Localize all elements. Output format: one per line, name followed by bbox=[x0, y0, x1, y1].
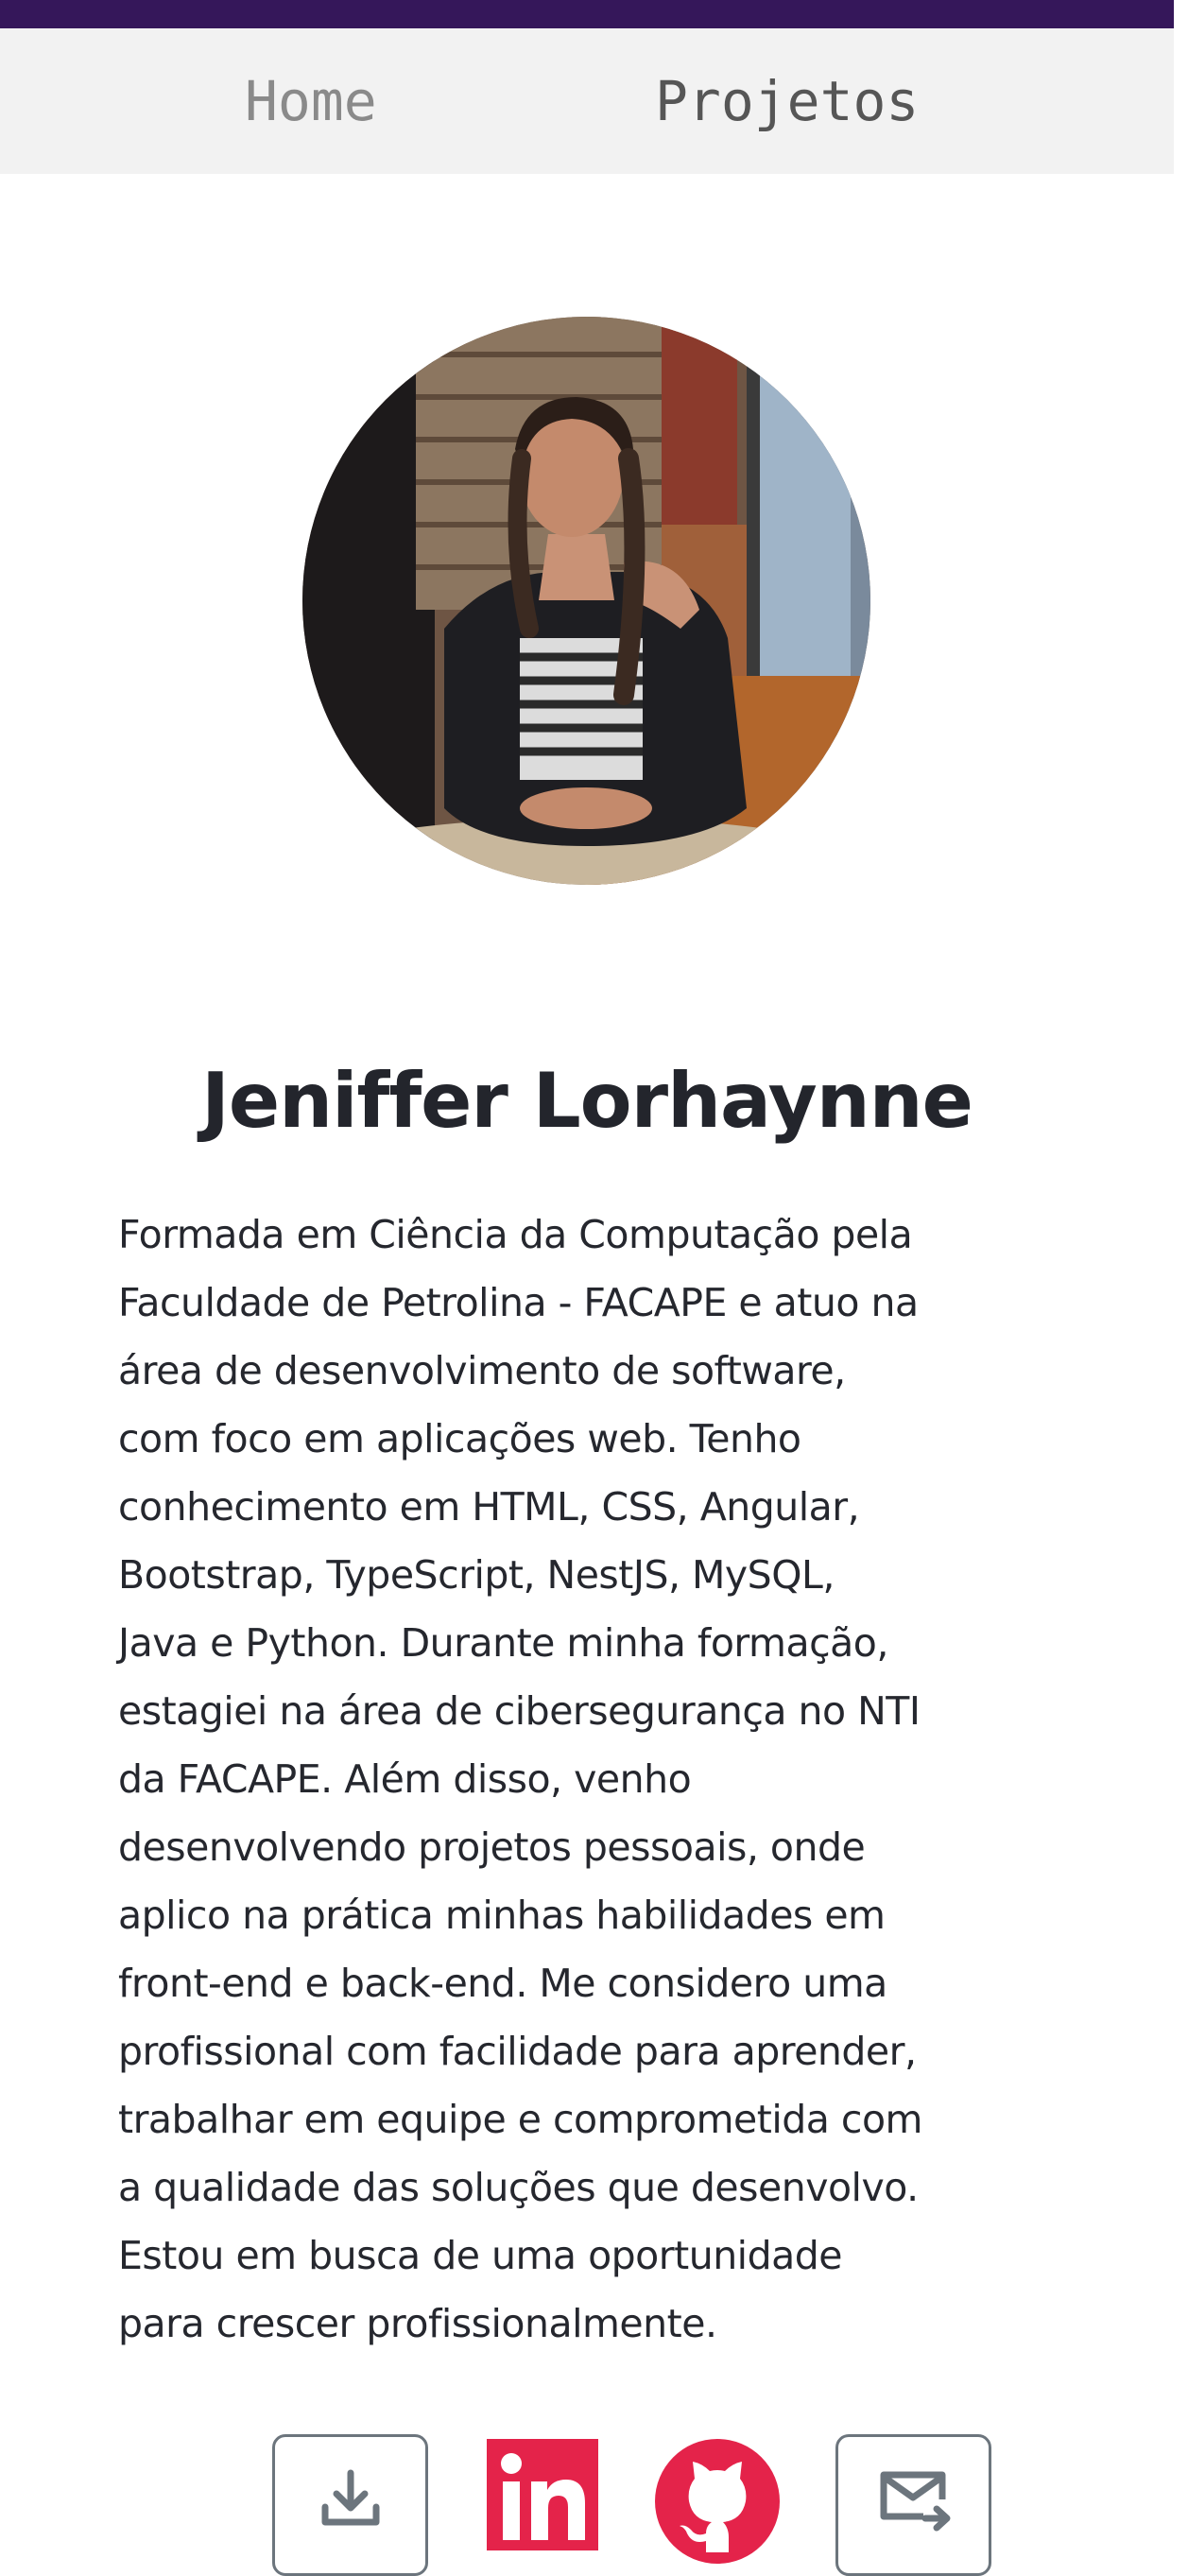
bio-line: a qualidade das soluções que desenvolvo. bbox=[118, 2165, 919, 2210]
bio-line: Java e Python. Durante minha formação, bbox=[118, 1620, 888, 1666]
github-icon bbox=[655, 2439, 780, 2564]
download-icon bbox=[321, 2469, 379, 2526]
bio-line: para crescer profissionalmente. bbox=[118, 2301, 717, 2346]
bio-line: Estou em busca de uma oportunidade bbox=[118, 2233, 842, 2278]
download-cv-button[interactable] bbox=[272, 2434, 428, 2576]
bio-line: trabalhar em equipe e comprometida com bbox=[118, 2097, 922, 2142]
email-contact-button[interactable] bbox=[835, 2434, 991, 2576]
bio-line: Formada em Ciência da Computação pela bbox=[118, 1212, 913, 1257]
bio-line: front-end e back-end. Me considero uma bbox=[118, 1961, 887, 2006]
bio-line: área de desenvolvimento de software, bbox=[118, 1348, 846, 1393]
github-link[interactable] bbox=[655, 2439, 780, 2564]
mail-send-icon bbox=[880, 2471, 950, 2532]
bio-line: da FACAPE. Além disso, venho bbox=[118, 1756, 692, 1802]
main-navigation: Home Projetos bbox=[0, 28, 1174, 174]
bio-line: conhecimento em HTML, CSS, Angular, bbox=[118, 1484, 860, 1530]
linkedin-link[interactable] bbox=[487, 2439, 598, 2550]
profile-name: Jeniffer Lorhaynne bbox=[201, 1057, 973, 1145]
bio-line: estagiei na área de cibersegurança no NT… bbox=[118, 1688, 921, 1734]
bio-line: desenvolvendo projetos pessoais, onde bbox=[118, 1824, 866, 1870]
profile-bio: Formada em Ciência da Computação pela Fa… bbox=[118, 1201, 1063, 2358]
bio-line: profissional com facilidade para aprende… bbox=[118, 2029, 917, 2074]
bio-line: Bootstrap, TypeScript, NestJS, MySQL, bbox=[118, 1552, 835, 1598]
nav-link-projects[interactable]: Projetos bbox=[655, 28, 919, 174]
bio-line: aplico na prática minhas habilidades em bbox=[118, 1893, 886, 1938]
nav-link-home[interactable]: Home bbox=[245, 28, 377, 174]
bio-line: Faculdade de Petrolina - FACAPE e atuo n… bbox=[118, 1280, 919, 1325]
bio-line: com foco em aplicações web. Tenho bbox=[118, 1416, 801, 1461]
linkedin-icon bbox=[487, 2439, 598, 2550]
top-accent-bar bbox=[0, 0, 1174, 28]
profile-photo bbox=[302, 317, 870, 885]
